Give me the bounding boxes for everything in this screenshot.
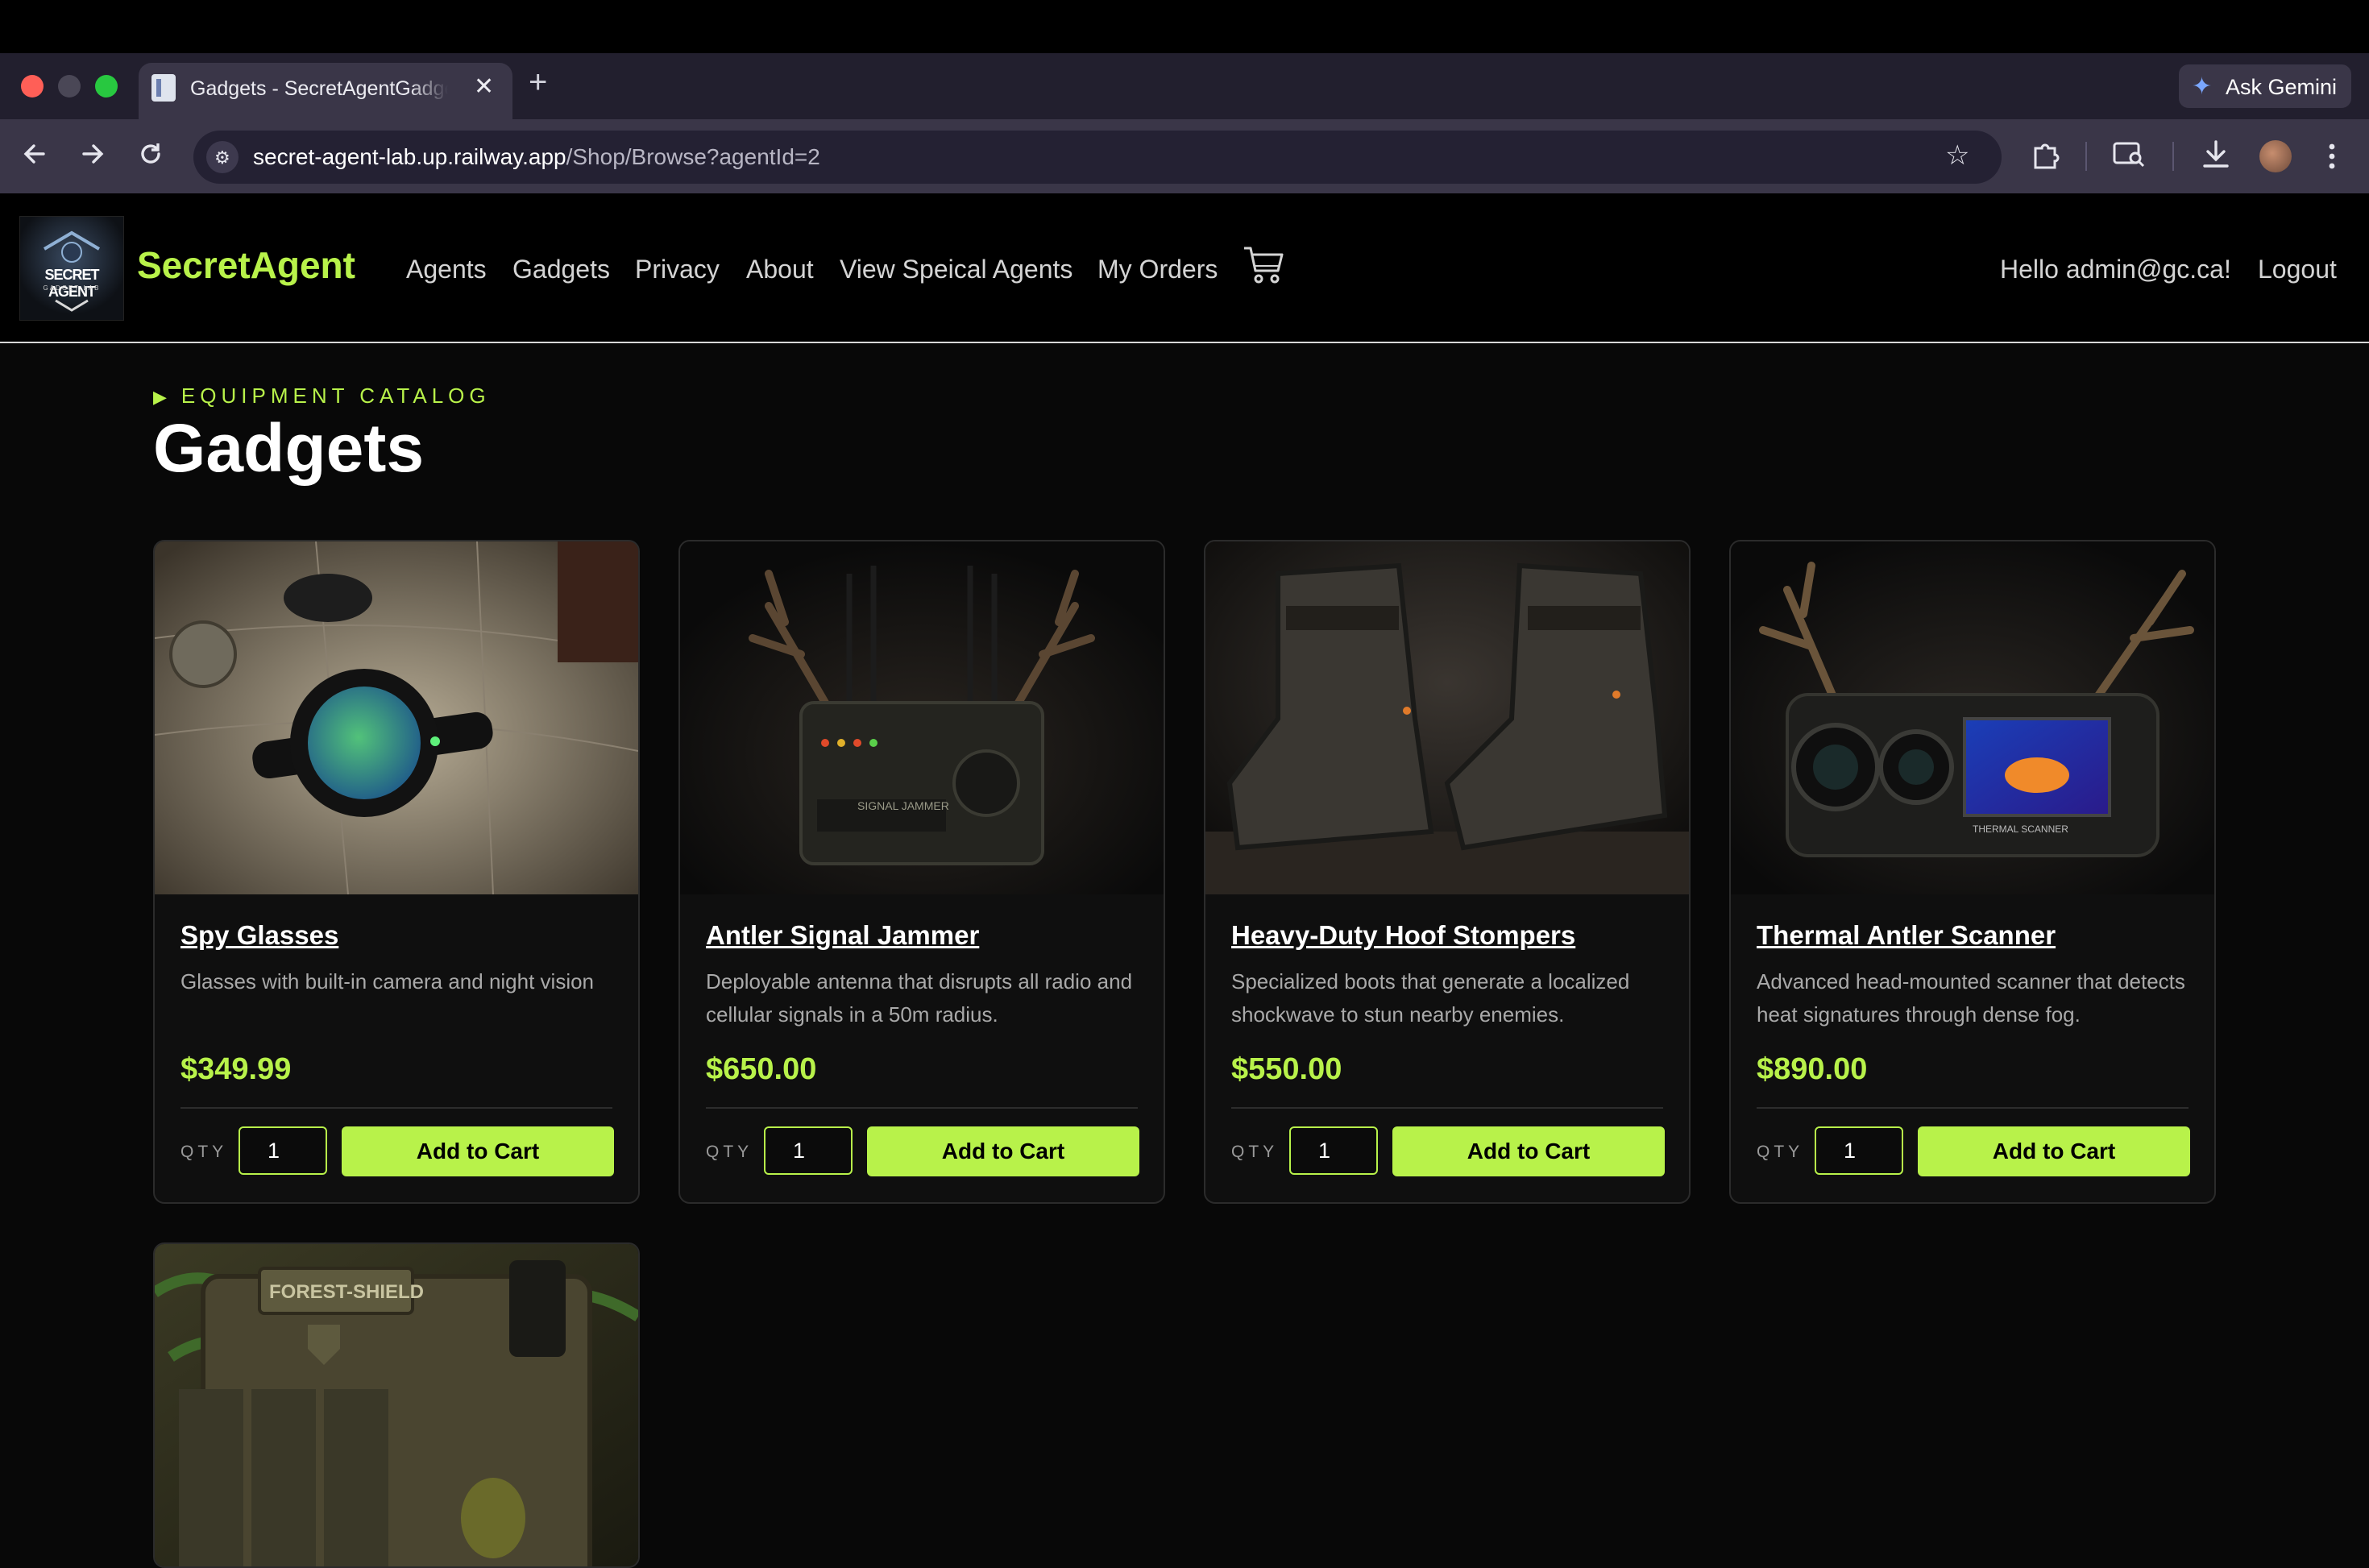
qty-label: QTY <box>1231 1143 1279 1161</box>
product-name[interactable]: Heavy-Duty Hoof Stompers <box>1231 920 1575 951</box>
image-device-label: THERMAL SCANNER <box>1973 823 2068 835</box>
minimize-window-button[interactable] <box>58 75 81 97</box>
ask-gemini-label: Ask Gemini <box>2226 75 2338 99</box>
card-divider <box>706 1107 1138 1109</box>
nav-link-my-orders[interactable]: My Orders <box>1097 255 1218 284</box>
quantity-input[interactable] <box>1815 1126 1903 1175</box>
card-divider <box>1231 1107 1663 1109</box>
site-navbar: SECRET AGENT GADGET LAB SecretAgent Agen… <box>0 193 2369 343</box>
qty-label: QTY <box>180 1143 228 1161</box>
product-description: Specialized boots that generate a locali… <box>1231 969 1630 1027</box>
product-image-thermal-antler-scanner[interactable]: THERMAL SCANNER <box>1731 541 2214 894</box>
quantity-input[interactable] <box>239 1126 327 1175</box>
nav-link-gadgets[interactable]: Gadgets <box>512 255 610 284</box>
quantity-input[interactable] <box>1289 1126 1378 1175</box>
product-name[interactable]: Antler Signal Jammer <box>706 920 979 951</box>
bookmark-star-icon[interactable]: ☆ <box>1945 139 1969 172</box>
forward-arrow-icon[interactable] <box>79 140 106 173</box>
product-description: Glasses with built-in camera and night v… <box>180 969 595 993</box>
toolbar-separator <box>2085 142 2087 171</box>
product-card: SIGNAL JAMMER Antler Signal Jammer Deplo… <box>678 540 1165 1204</box>
product-card: THERMAL SCANNER Thermal Antler Scanner A… <box>1729 540 2216 1204</box>
product-name[interactable]: Thermal Antler Scanner <box>1757 920 2056 951</box>
user-greeting: Hello admin@gc.ca! <box>2000 255 2231 284</box>
product-card: Spy Glasses Glasses with built-in camera… <box>153 540 640 1204</box>
product-image-antler-signal-jammer[interactable]: SIGNAL JAMMER <box>680 541 1164 894</box>
back-arrow-icon[interactable] <box>21 140 48 173</box>
section-eyebrow: ▶ EQUIPMENT CATALOG <box>153 384 491 409</box>
add-to-cart-button[interactable]: Add to Cart <box>1392 1126 1665 1176</box>
url-host: secret-agent-lab.up.railway.app <box>253 144 566 169</box>
nav-link-about[interactable]: About <box>746 255 814 284</box>
profile-avatar[interactable] <box>2259 140 2292 172</box>
play-triangle-icon: ▶ <box>153 387 167 407</box>
add-to-cart-button[interactable]: Add to Cart <box>342 1126 614 1176</box>
close-window-button[interactable] <box>21 75 44 97</box>
product-image-forest-shield[interactable]: FOREST-SHIELD <box>155 1244 638 1566</box>
card-divider <box>180 1107 612 1109</box>
brand-name[interactable]: SecretAgent <box>137 243 355 287</box>
add-to-cart-button[interactable]: Add to Cart <box>867 1126 1139 1176</box>
card-divider <box>1757 1107 2189 1109</box>
site-info-icon[interactable]: ⚙ <box>206 141 239 173</box>
zoom-window-button[interactable] <box>95 75 118 97</box>
new-tab-button[interactable]: + <box>529 64 547 101</box>
qty-label: QTY <box>706 1143 753 1161</box>
add-to-cart-button[interactable]: Add to Cart <box>1918 1126 2190 1176</box>
address-bar[interactable]: ⚙ secret-agent-lab.up.railway.app/Shop/B… <box>193 131 2002 184</box>
logout-link[interactable]: Logout <box>2258 255 2337 284</box>
nav-link-agents[interactable]: Agents <box>406 255 487 284</box>
download-icon[interactable] <box>2201 139 2230 175</box>
product-price: $349.99 <box>180 1052 292 1086</box>
gemini-sparkle-icon: ✦ <box>2192 73 2213 100</box>
toolbar-separator <box>2172 142 2174 171</box>
product-image-hoof-stompers[interactable] <box>1205 541 1689 894</box>
shopping-cart-icon[interactable] <box>1243 245 1284 289</box>
tab-close-icon[interactable]: ✕ <box>474 73 494 101</box>
tab-search-icon[interactable] <box>2113 140 2147 175</box>
logo-subtext: GADGET LAB <box>43 284 101 292</box>
extensions-puzzle-icon[interactable] <box>2029 139 2061 176</box>
qty-label: QTY <box>1757 1143 1804 1161</box>
image-patch-label: FOREST-SHIELD <box>269 1281 425 1303</box>
logo-text: SECRET AGENT <box>44 267 99 300</box>
product-price: $650.00 <box>706 1052 817 1086</box>
tab-title: Gadgets - SecretAgentGadgetLab <box>190 77 448 100</box>
product-description: Advanced head-mounted scanner that detec… <box>1757 969 2185 1027</box>
site-logo[interactable]: SECRET AGENT GADGET LAB <box>19 216 124 321</box>
url-text[interactable]: secret-agent-lab.up.railway.app/Shop/Bro… <box>253 144 820 170</box>
image-device-label: SIGNAL JAMMER <box>857 799 949 812</box>
eyebrow-text: EQUIPMENT CATALOG <box>180 384 491 408</box>
page-title: Gadgets <box>153 410 425 486</box>
product-name[interactable]: Spy Glasses <box>180 920 338 951</box>
product-price: $550.00 <box>1231 1052 1342 1086</box>
browser-tab-active[interactable]: Gadgets - SecretAgentGadgetLab ✕ <box>139 63 512 119</box>
browser-menu-icon[interactable] <box>2327 142 2337 176</box>
product-price: $890.00 <box>1757 1052 1868 1086</box>
url-path: /Shop/Browse?agentId=2 <box>566 144 820 169</box>
product-image-spy-glasses[interactable] <box>155 541 638 894</box>
ask-gemini-button[interactable]: ✦ Ask Gemini <box>2179 64 2351 108</box>
page-favicon-icon <box>151 74 176 102</box>
product-card: Heavy-Duty Hoof Stompers Specialized boo… <box>1204 540 1691 1204</box>
quantity-input[interactable] <box>764 1126 853 1175</box>
nav-link-view-special-agents[interactable]: View Speical Agents <box>840 255 1072 284</box>
product-description: Deployable antenna that disrupts all rad… <box>706 969 1133 1027</box>
reload-icon[interactable] <box>137 140 164 173</box>
macos-menubar-area <box>0 0 2369 53</box>
nav-link-privacy[interactable]: Privacy <box>635 255 720 284</box>
product-card: FOREST-SHIELD <box>153 1242 640 1568</box>
